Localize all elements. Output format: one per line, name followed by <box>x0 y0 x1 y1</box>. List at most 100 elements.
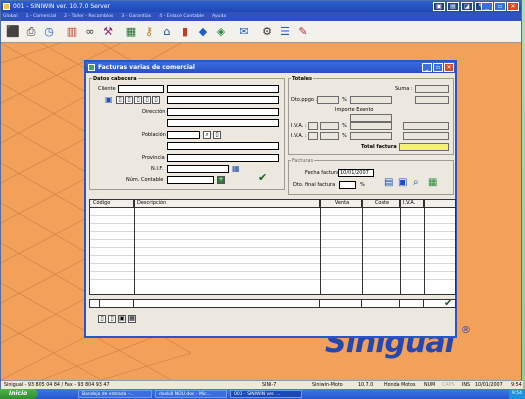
info-doc-icon[interactable]: ▯ <box>152 96 160 104</box>
fecha-factura-field[interactable]: 10/01/2007 <box>338 169 374 177</box>
iva2-pct-sign: % <box>342 133 347 139</box>
list-icon[interactable]: ☰ <box>277 24 293 40</box>
dto-final-label: Dto. final factura <box>293 182 336 188</box>
direccion-label: Dirección <box>142 109 166 115</box>
provincia-field[interactable] <box>167 154 279 162</box>
key-icon[interactable]: ⚷ <box>141 24 157 40</box>
message-icon[interactable]: ✉ <box>236 24 252 40</box>
mdi-restore-icon[interactable]: ▣ <box>433 2 445 11</box>
poblacion-field[interactable] <box>167 142 279 150</box>
line-save-icon[interactable]: ▣ <box>118 315 126 323</box>
delete-doc-icon[interactable]: ▯ <box>143 96 151 104</box>
iva1-total-field <box>403 122 449 130</box>
menu-comercial[interactable]: 1 - Comercial <box>26 12 57 21</box>
taskbar-item-word[interactable]: doskill NOU.doc - Mic... <box>155 390 227 398</box>
menu-taller[interactable]: 2 - Taller - Recambios <box>64 12 113 21</box>
minimize-button[interactable]: _ <box>481 2 493 11</box>
dto-ppgo-pct-sign: % <box>342 97 347 103</box>
book-icon[interactable]: ▮ <box>177 24 193 40</box>
dto-ppgo-total-field <box>415 96 449 104</box>
search-invoice-icon[interactable]: ⌕ <box>413 178 419 188</box>
app-icon <box>3 3 10 10</box>
bike-icon[interactable]: ⚙ <box>259 24 275 40</box>
print-invoice-icon[interactable]: ▤ <box>384 178 393 188</box>
menu-global[interactable]: Global <box>3 12 18 21</box>
num-contable-field[interactable] <box>167 176 214 184</box>
calculator-icon[interactable]: ▦ <box>123 24 139 40</box>
num-contable-label: Núm. Contable <box>126 177 164 183</box>
invoice-lines-grid[interactable]: Código Descripción Venta Coste I.V.A. <box>89 199 456 295</box>
dialog-maximize-button[interactable]: ▫ <box>433 63 443 72</box>
grid-totals-row <box>89 299 456 308</box>
mdi-cascade-icon[interactable]: ◪ <box>461 2 473 11</box>
poblacion-search-icon[interactable]: ⌕ <box>203 131 211 139</box>
num-contable-add-icon[interactable]: + <box>217 176 225 184</box>
stamp-icon[interactable]: ⬛ <box>5 24 21 40</box>
direccion-field[interactable] <box>167 108 279 116</box>
dto-final-field[interactable] <box>339 181 356 189</box>
dialog-close-button[interactable]: ✕ <box>444 63 454 72</box>
dto-ppgo-pct-field[interactable] <box>317 96 339 104</box>
iva2-pct-field[interactable] <box>320 132 339 140</box>
save-icon[interactable]: ▣ <box>105 96 113 104</box>
cliente-name-field[interactable] <box>167 85 279 93</box>
mdi-controls: ▣ ▤ ◪ ✎ <box>433 2 487 11</box>
iva1-amount-field <box>350 122 392 130</box>
iva1-label: I.V.A. : <box>291 123 307 129</box>
col-coste[interactable]: Coste <box>362 200 400 207</box>
line-new-icon[interactable]: ▯ <box>98 315 106 323</box>
dto-ppgo-amount-field <box>350 96 392 104</box>
binoculars-icon[interactable]: ∞ <box>82 24 98 40</box>
new-doc-icon[interactable]: ▯ <box>116 96 124 104</box>
cliente-code-field[interactable] <box>118 85 164 93</box>
iva2-base-field[interactable] <box>308 132 318 140</box>
edit-doc-icon[interactable]: ▯ <box>134 96 142 104</box>
taskbar: Inicio Bandeja de entrada -... doskill N… <box>0 389 525 399</box>
save-invoice-icon[interactable]: ▣ <box>398 178 407 188</box>
clock-icon[interactable]: ◷ <box>41 24 57 40</box>
col-iva[interactable]: I.V.A. <box>400 200 424 207</box>
line-delete-icon[interactable]: ▦ <box>128 315 136 323</box>
nif-check-icon[interactable]: ▦ <box>232 165 240 173</box>
iva1-base-field[interactable] <box>308 122 318 130</box>
nif-field[interactable] <box>167 165 229 173</box>
col-venta[interactable]: Venta <box>320 200 362 207</box>
tools-icon[interactable]: ⚒ <box>100 24 116 40</box>
poblacion-list-icon[interactable]: ▯ <box>213 131 221 139</box>
col-codigo[interactable]: Código <box>90 200 134 207</box>
app-window: 001 - SINIWIN ver. 10.7.0 Server ▣ ▤ ◪ ✎… <box>0 0 523 392</box>
maximize-button[interactable]: ▫ <box>494 2 506 11</box>
start-button[interactable]: Inicio <box>0 389 38 399</box>
col-descripcion[interactable]: Descripción <box>134 200 320 207</box>
system-tray: 9:54 <box>508 389 525 399</box>
cliente-extra-field[interactable] <box>167 96 279 104</box>
export-invoice-icon[interactable]: ▦ <box>428 178 437 188</box>
printer-icon[interactable]: ⎙ <box>23 24 39 40</box>
accept-check-icon[interactable]: ✔ <box>444 299 452 309</box>
chart-icon[interactable]: ▥ <box>64 24 80 40</box>
dialog-minimize-button[interactable]: _ <box>422 63 432 72</box>
copy-doc-icon[interactable]: ▯ <box>125 96 133 104</box>
iva1-pct-field[interactable] <box>320 122 339 130</box>
line-edit-icon[interactable]: ▯ <box>108 315 116 323</box>
iva1-pct-sign: % <box>342 123 347 129</box>
window-controls: _ ▫ ✕ <box>481 2 519 11</box>
suma-label: Suma : <box>395 86 413 92</box>
taskbar-item-inbox[interactable]: Bandeja de entrada -... <box>78 390 152 398</box>
dialog-title: Facturas varias de comercial <box>98 64 195 71</box>
poblacion-cp-field[interactable] <box>167 131 200 139</box>
menu-ayuda[interactable]: Ayuda <box>212 12 226 21</box>
facturas-heading: Facturas <box>291 158 315 164</box>
taskbar-item-siniwin[interactable]: 001 - SINIWIN ver. ... <box>230 390 302 398</box>
car-icon[interactable]: ◆ <box>195 24 211 40</box>
menu-garantias[interactable]: 3 - Garantías <box>121 12 151 21</box>
direccion2-field[interactable] <box>167 119 279 127</box>
warehouse-icon[interactable]: ⌂ <box>159 24 175 40</box>
pencil-icon[interactable]: ✎ <box>295 24 311 40</box>
confirm-check-icon[interactable]: ✔ <box>258 172 267 183</box>
menu-enlace-contable[interactable]: 4 - Enlace Contable <box>159 12 204 21</box>
mdi-tile-icon[interactable]: ▤ <box>447 2 459 11</box>
close-button[interactable]: ✕ <box>507 2 519 11</box>
shield-icon[interactable]: ◈ <box>213 24 229 40</box>
status-bar: Sinigual - 93 805 04 84 / Fax - 93 804 9… <box>1 380 523 389</box>
